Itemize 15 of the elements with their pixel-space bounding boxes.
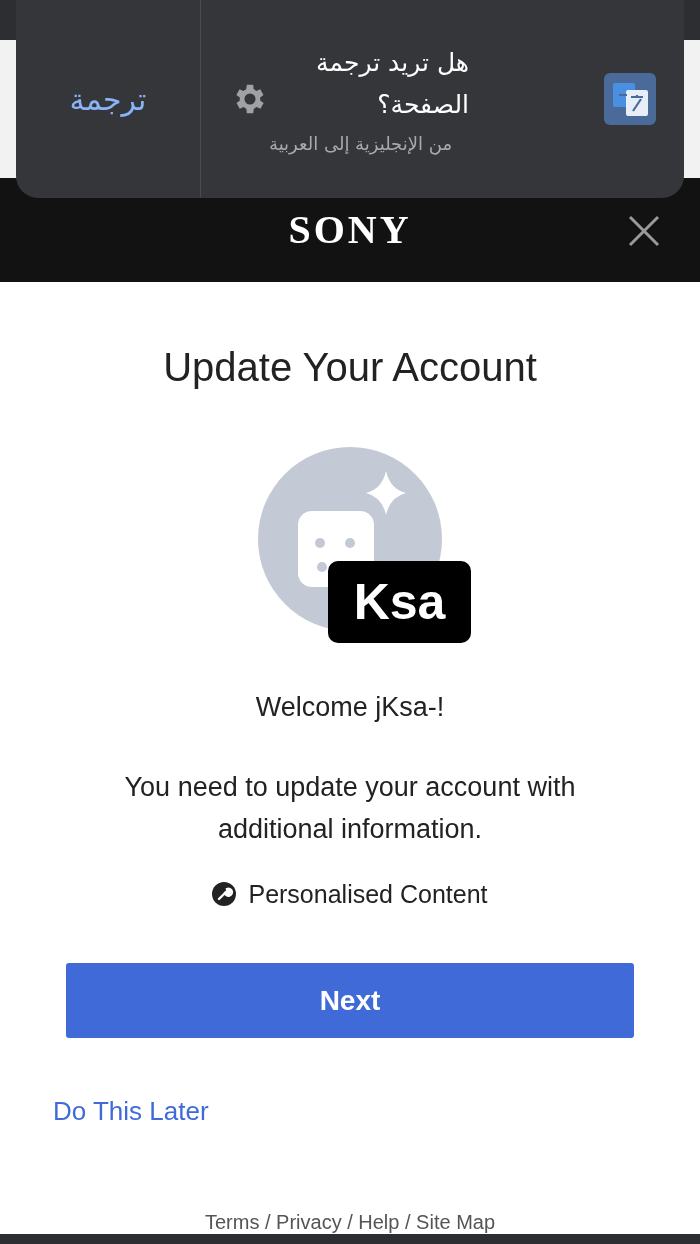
translate-icon xyxy=(604,73,656,125)
close-icon[interactable] xyxy=(628,215,660,247)
welcome-text: Welcome jKsa-! xyxy=(255,691,445,724)
sony-logo: SONY xyxy=(288,206,412,254)
language-direction: من الإنجليزية إلى العربية xyxy=(269,131,453,157)
username-label: Ksa xyxy=(328,561,471,643)
update-message: You need to update your account with additional information. xyxy=(123,770,577,846)
page-title: Update Your Account xyxy=(163,344,537,391)
translate-question: هل تريد ترجمة الصفحة؟ xyxy=(315,46,469,121)
footer-links[interactable]: Terms / Privacy / Help / Site Map xyxy=(204,1210,496,1234)
feature-label: Personalised Content xyxy=(248,878,488,910)
next-button[interactable]: Next xyxy=(66,963,634,1038)
wrench-icon xyxy=(212,882,237,907)
translate-button[interactable]: ترجمة xyxy=(16,0,201,198)
do-this-later-link[interactable]: Do This Later xyxy=(53,1092,209,1131)
